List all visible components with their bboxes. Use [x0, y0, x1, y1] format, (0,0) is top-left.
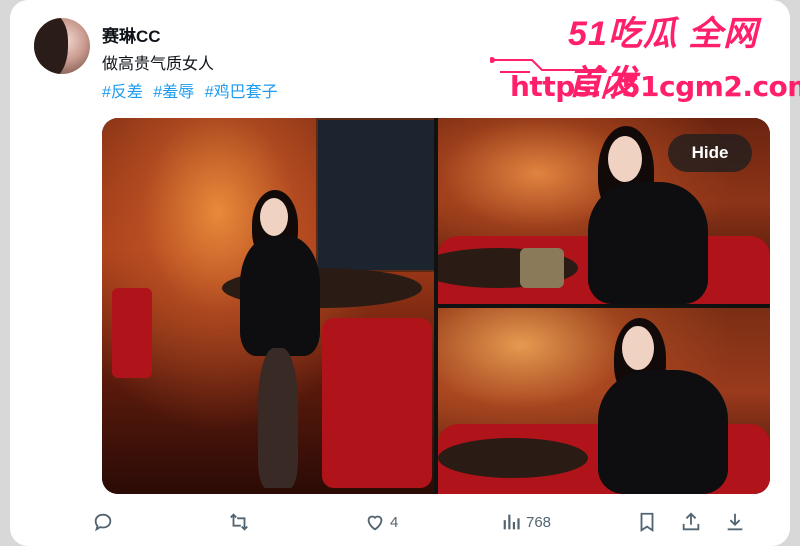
share-button[interactable]	[680, 508, 702, 536]
hide-button[interactable]: Hide	[668, 134, 752, 172]
download-icon	[727, 513, 743, 531]
repost-icon	[230, 513, 248, 531]
figure-body	[598, 370, 728, 494]
watermark-url: https://51cgm2.com	[510, 70, 800, 103]
username[interactable]: 赛琳CC	[102, 22, 161, 47]
post-text: 做高贵气质女人	[102, 56, 215, 73]
bookmark-icon	[640, 512, 654, 532]
figure-body	[588, 182, 708, 304]
avatar[interactable]	[34, 18, 90, 74]
photo-1[interactable]	[102, 118, 434, 494]
booth-seat	[322, 318, 432, 488]
handbag	[520, 248, 564, 288]
figure-head	[608, 136, 642, 182]
views-icon	[503, 514, 520, 530]
reply-icon	[94, 513, 112, 532]
photo-2[interactable]: Hide	[438, 118, 770, 304]
avatar-hair	[34, 18, 68, 74]
views-button[interactable]: 768	[500, 508, 551, 536]
figure-body	[240, 236, 320, 356]
media-gallery: Hide	[102, 118, 770, 494]
booth-seat	[112, 288, 152, 378]
figure-legs	[258, 348, 298, 488]
heart-icon	[367, 515, 383, 531]
hashtag-list: #反差 #羞辱 #鸡巴套子	[102, 78, 284, 102]
reply-button[interactable]	[92, 508, 114, 536]
window	[316, 118, 434, 272]
repost-button[interactable]	[228, 508, 250, 536]
hashtag[interactable]: #羞辱	[153, 84, 194, 101]
bookmark-button[interactable]	[636, 508, 658, 536]
figure-head	[260, 198, 288, 236]
hashtag[interactable]: #反差	[102, 84, 143, 101]
like-button[interactable]: 4	[364, 508, 398, 536]
share-icon	[682, 512, 700, 531]
download-button[interactable]	[724, 508, 746, 536]
hashtag[interactable]: #鸡巴套子	[205, 84, 278, 101]
photo-3[interactable]	[438, 308, 770, 494]
action-bar: 4 768	[92, 508, 772, 536]
views-count: 768	[526, 513, 552, 531]
table	[438, 438, 588, 478]
figure-head	[622, 326, 654, 370]
like-count: 4	[390, 513, 399, 531]
watermark: 51吃瓜 全网首发 https://51cgm2.com	[490, 6, 800, 106]
